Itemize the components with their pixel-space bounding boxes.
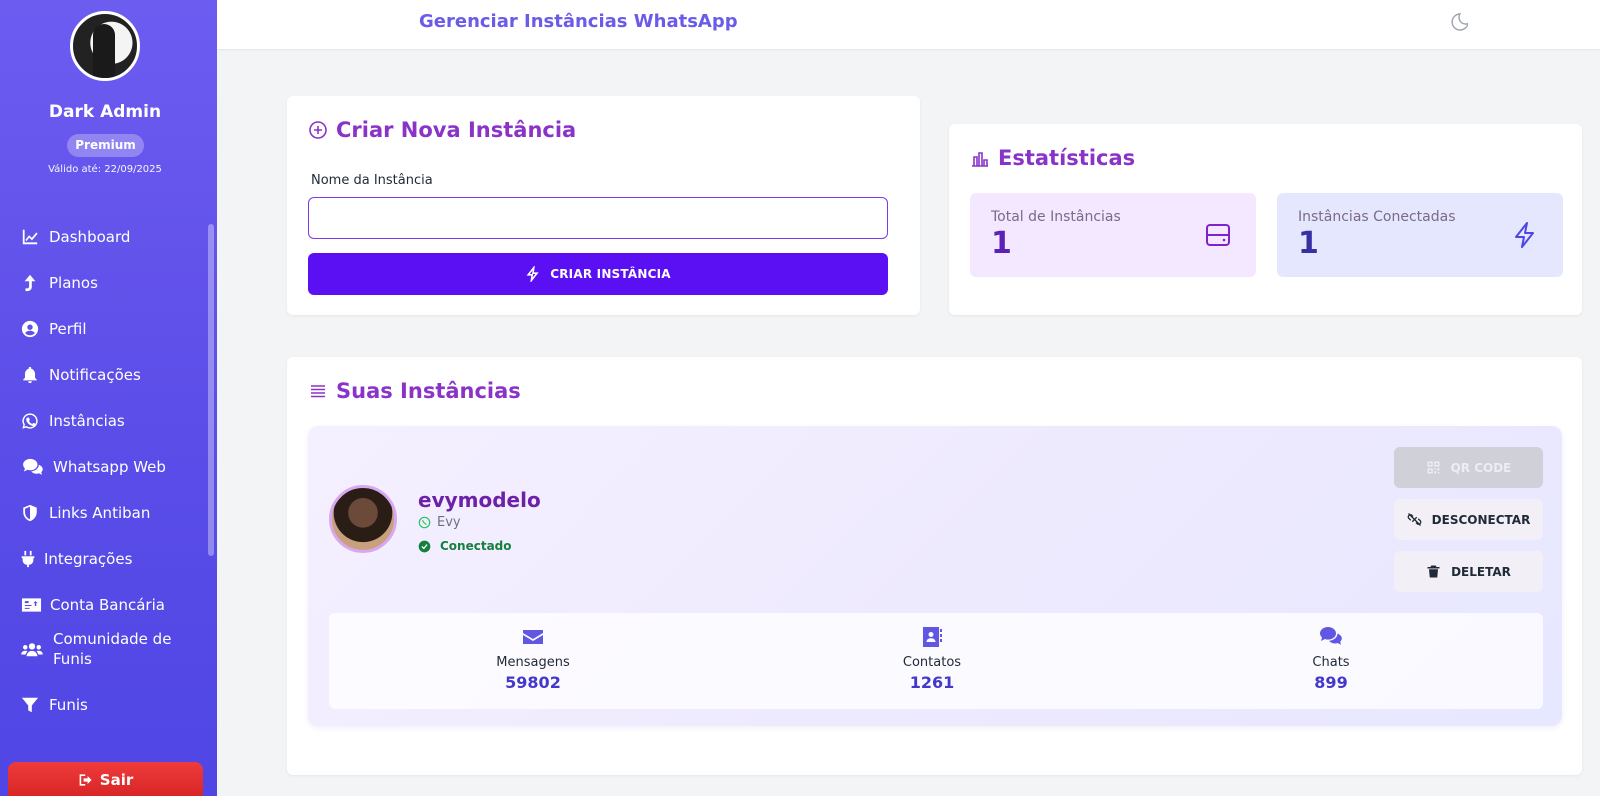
envelope-icon xyxy=(523,630,543,644)
disconnect-button[interactable]: DESCONECTAR xyxy=(1394,499,1543,540)
sidebar-item-label: Notificações xyxy=(49,366,141,384)
trash-icon xyxy=(1427,565,1440,578)
sidebar-item-label: Conta Bancária xyxy=(50,596,165,614)
sidebar-item-label: Planos xyxy=(49,274,98,292)
stat-total-instances: Total de Instâncias 1 xyxy=(970,193,1256,277)
sidebar-item-comunidade-de-funis[interactable]: Comunidade de Funis xyxy=(20,629,183,669)
stats-card: Estatísticas Total de Instâncias 1 Instâ… xyxy=(949,124,1582,315)
users-icon xyxy=(20,640,44,660)
stat-connected-instances: Instâncias Conectadas 1 xyxy=(1277,193,1563,277)
sidebar-item-dashboard[interactable]: Dashboard xyxy=(20,227,130,247)
metric-contacts-label: Contatos xyxy=(902,655,962,670)
instance-name-label: Nome da Instância xyxy=(311,173,433,188)
arrow-up-icon xyxy=(20,273,40,293)
sidebar-item-label: Funis xyxy=(49,696,88,714)
stat-connected-label: Instâncias Conectadas xyxy=(1298,209,1456,225)
create-instance-title: Criar Nova Instância xyxy=(308,118,576,142)
stat-total-label: Total de Instâncias xyxy=(991,209,1121,225)
avatar[interactable] xyxy=(70,11,140,81)
sidebar-item-label: Perfil xyxy=(49,320,87,338)
unlink-icon xyxy=(1407,513,1422,526)
metric-contacts: Contatos 1261 xyxy=(852,625,1012,692)
instance-status: Conectado xyxy=(418,539,512,553)
metric-messages-label: Mensagens xyxy=(496,655,570,670)
sidebar: Dark Admin Premium Válido até: 22/09/202… xyxy=(0,0,217,796)
logout-label: Sair xyxy=(99,771,134,789)
metric-contacts-value: 1261 xyxy=(909,673,955,692)
bolt-icon xyxy=(1515,222,1534,248)
create-instance-card: Criar Nova Instância Nome da Instância C… xyxy=(287,96,920,315)
server-icon xyxy=(1206,224,1230,246)
whatsapp-icon xyxy=(418,516,431,529)
page-title: Gerenciar Instâncias WhatsApp xyxy=(419,11,738,32)
metric-chats-label: Chats xyxy=(1312,655,1350,670)
sidebar-item-label: Whatsapp Web xyxy=(53,458,166,476)
comments-icon xyxy=(20,457,46,477)
sidebar-item-label: Instâncias xyxy=(49,412,125,430)
sidebar-item-label: Dashboard xyxy=(49,228,131,246)
stat-total-value: 1 xyxy=(991,226,1012,261)
qr-code-button[interactable]: QR CODE xyxy=(1394,447,1543,488)
user-circle-icon xyxy=(20,319,40,339)
sidebar-item-links-antiban[interactable]: Links Antiban xyxy=(20,503,150,523)
metric-chats-value: 899 xyxy=(1314,673,1348,692)
whatsapp-icon xyxy=(20,411,40,431)
sidebar-scrollbar[interactable] xyxy=(208,224,214,556)
plug-icon xyxy=(20,549,36,569)
create-instance-button[interactable]: CRIAR INSTÂNCIA xyxy=(308,253,888,295)
logout-button[interactable]: Sair xyxy=(8,762,203,796)
shield-icon xyxy=(20,503,40,523)
logout-icon xyxy=(79,774,92,786)
bell-icon xyxy=(20,365,40,385)
metric-messages: Mensagens 59802 xyxy=(453,625,613,692)
sidebar-item-perfil[interactable]: Perfil xyxy=(20,319,87,339)
metric-chats: Chats 899 xyxy=(1251,625,1411,692)
sidebar-item-conta-bancaria[interactable]: Conta Bancária xyxy=(20,595,165,615)
plan-valid-until: Válido até: 22/09/2025 xyxy=(48,164,162,175)
funnel-icon xyxy=(20,695,40,715)
sidebar-item-label: Links Antiban xyxy=(49,504,151,522)
instance-name-input[interactable] xyxy=(308,197,888,239)
delete-button[interactable]: DELETAR xyxy=(1394,551,1543,592)
sidebar-item-funis[interactable]: Funis xyxy=(20,695,88,715)
list-icon xyxy=(311,385,325,398)
check-circle-icon xyxy=(418,540,431,552)
sidebar-item-planos[interactable]: Planos xyxy=(20,273,98,293)
chart-line-icon xyxy=(20,227,40,247)
moon-icon[interactable] xyxy=(1448,12,1468,32)
instance-name: evymodelo xyxy=(418,488,541,512)
bar-chart-icon xyxy=(972,152,988,167)
qrcode-icon xyxy=(1427,461,1440,474)
user-name: Dark Admin xyxy=(48,102,162,122)
plan-badge: Premium xyxy=(67,134,144,157)
sidebar-item-integracoes[interactable]: Integrações xyxy=(20,549,132,569)
comments-icon xyxy=(1320,627,1342,645)
metric-messages-value: 59802 xyxy=(505,673,561,692)
sidebar-item-notificacoes[interactable]: Notificações xyxy=(20,365,141,385)
stats-title: Estatísticas xyxy=(970,146,1135,170)
instances-card: Suas Instâncias evymodelo Evy Conectado … xyxy=(287,357,1582,775)
instance-avatar xyxy=(329,485,397,553)
sidebar-item-label: Comunidade de Funis xyxy=(53,630,172,668)
instance-profile: Evy xyxy=(418,515,461,530)
instance-metrics: Mensagens 59802 Contatos 1261 Chats 899 xyxy=(329,613,1543,709)
sidebar-item-label: Integrações xyxy=(44,550,133,568)
sidebar-item-whatsapp-web[interactable]: Whatsapp Web xyxy=(20,457,166,477)
sidebar-item-instancias[interactable]: Instâncias xyxy=(20,411,125,431)
instances-title: Suas Instâncias xyxy=(308,379,521,403)
address-book-icon xyxy=(923,627,942,647)
bolt-icon xyxy=(526,266,539,282)
topbar: Gerenciar Instâncias WhatsApp xyxy=(217,0,1600,49)
stat-connected-value: 1 xyxy=(1298,226,1319,261)
plus-circle-icon xyxy=(309,121,327,139)
money-card-icon xyxy=(20,595,42,615)
instance-item: evymodelo Evy Conectado QR CODE DESCONEC… xyxy=(308,426,1562,726)
